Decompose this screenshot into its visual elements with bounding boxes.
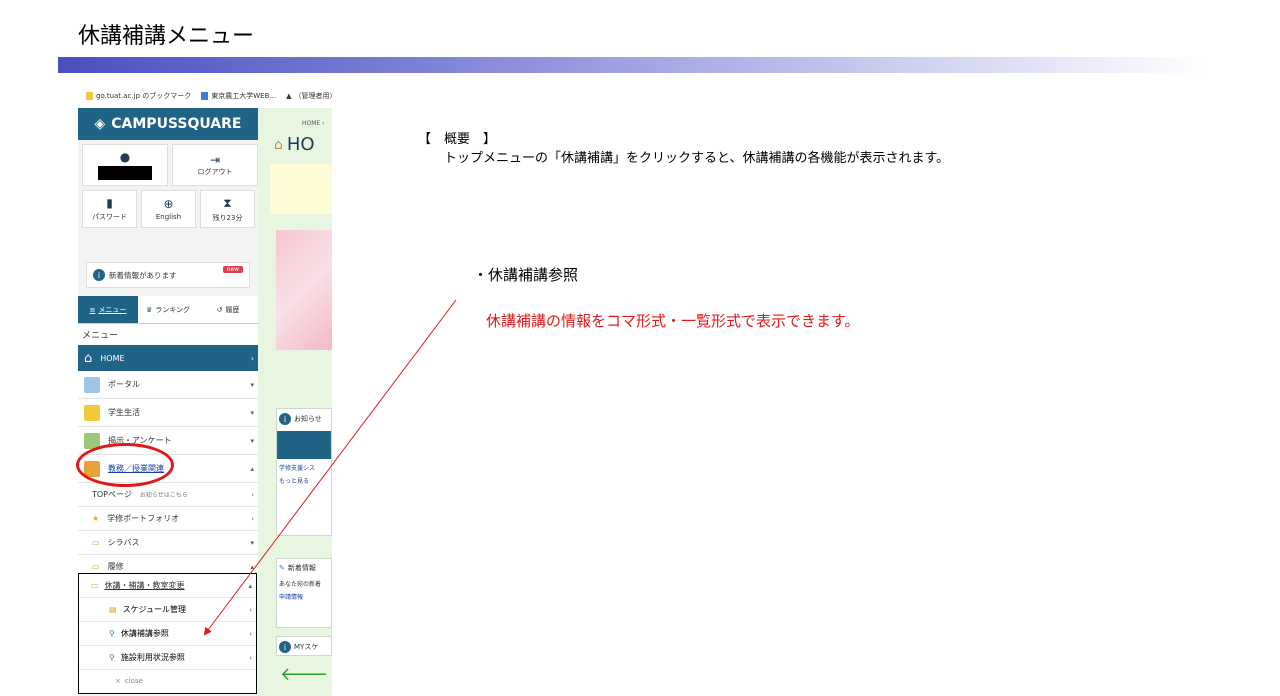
- pointer-arrow: [203, 299, 457, 636]
- feature-title: ・休講補講参照: [473, 266, 579, 284]
- outline-description: トップメニューの「休講補講」をクリックすると、休講補講の各機能が表示されます。: [444, 151, 950, 166]
- outline-heading: 【 概要 】: [418, 132, 497, 147]
- slide: 休講補講メニュー go.tuat.ac.jp のブックマーク 東京農工大学WEB…: [0, 0, 1280, 696]
- feature-description: 休講補講の情報をコマ形式・一覧形式で表示できます。: [486, 312, 860, 330]
